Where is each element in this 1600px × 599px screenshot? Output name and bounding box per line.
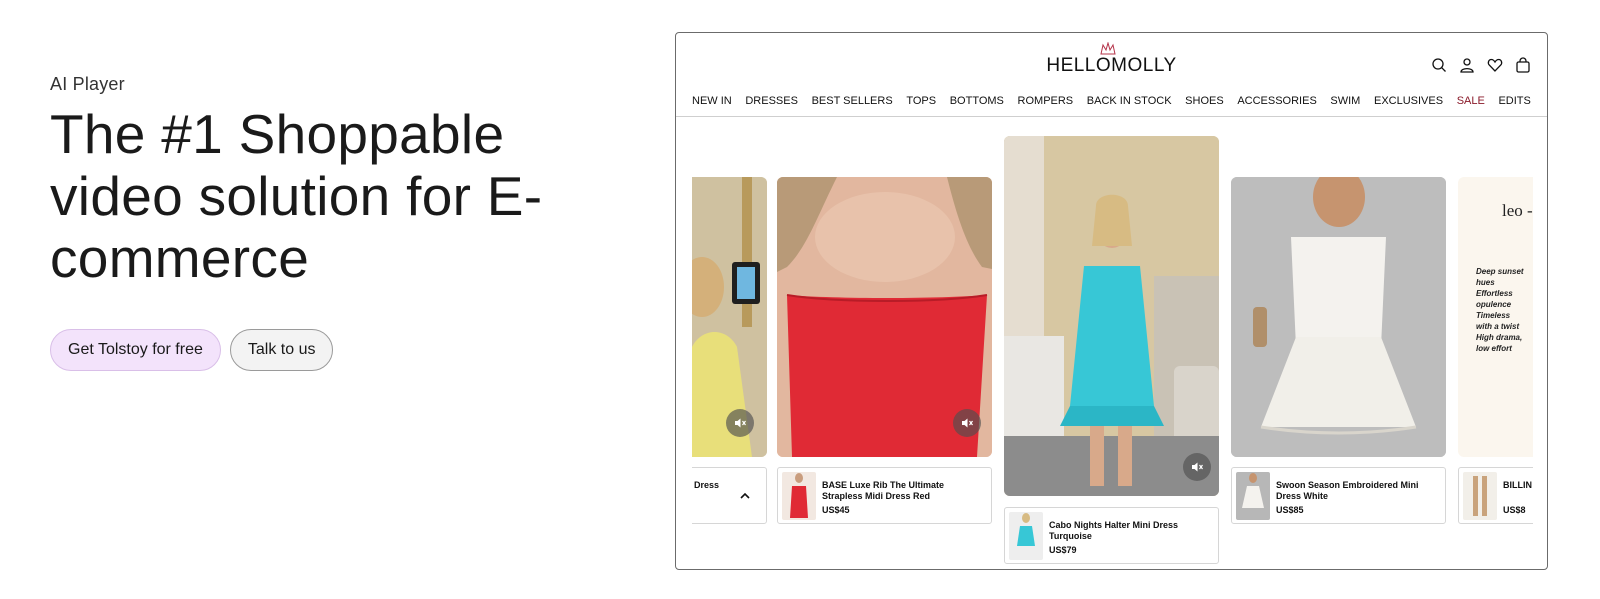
store-nav: NEW IN DRESSES BEST SELLERS TOPS BOTTOMS…: [692, 95, 1531, 107]
product-tile[interactable]: BILLIN US$8: [1458, 467, 1533, 524]
mute-button[interactable]: [726, 409, 754, 437]
speaker-muted-icon: [1192, 462, 1203, 472]
product-price: US$85: [1276, 505, 1304, 515]
nav-item-tops[interactable]: TOPS: [906, 95, 936, 107]
product-thumbnail: [782, 472, 816, 520]
nav-item-swim[interactable]: SWIM: [1330, 95, 1360, 107]
nav-item-sale[interactable]: SALE: [1457, 95, 1485, 107]
talk-to-us-button[interactable]: Talk to us: [229, 329, 334, 371]
video-thumbnail[interactable]: leo - g Deep sunset hues Effortless opul…: [1458, 177, 1533, 457]
nav-item-shoes[interactable]: SHOES: [1185, 95, 1224, 107]
bag-icon[interactable]: [1515, 57, 1531, 73]
store-logo[interactable]: HELLOMOLLY: [676, 55, 1547, 77]
product-thumbnail-image: [1473, 476, 1487, 516]
nav-item-new-in[interactable]: NEW IN: [692, 95, 732, 107]
nav-item-exclusives[interactable]: EXCLUSIVES: [1374, 95, 1443, 107]
product-thumbnail: [1009, 512, 1043, 560]
product-name: BASE Luxe Rib The Ultimate Strapless Mid…: [822, 480, 945, 501]
product-price: US$45: [822, 505, 850, 515]
video-thumbnail[interactable]: [692, 177, 767, 457]
video-thumbnail[interactable]: [1231, 177, 1446, 457]
search-icon[interactable]: [1431, 57, 1447, 73]
product-price: US$79: [1049, 545, 1077, 555]
product-thumbnail: [1463, 472, 1497, 520]
promo-bullet: Timeless with a twist: [1476, 311, 1520, 331]
nav-item-best-sellers[interactable]: BEST SELLERS: [812, 95, 893, 107]
nav-item-back-in-stock[interactable]: BACK IN STOCK: [1087, 95, 1172, 107]
promo-bullets: Deep sunset hues Effortless opulence Tim…: [1476, 267, 1526, 354]
speaker-muted-icon: [962, 418, 973, 428]
video-carousel[interactable]: ini Dress: [692, 117, 1533, 569]
video-card[interactable]: ini Dress: [692, 117, 767, 569]
nav-item-rompers[interactable]: ROMPERS: [1018, 95, 1074, 107]
promo-bullet: High drama, low effort: [1476, 333, 1523, 353]
product-thumbnail-image: [790, 473, 808, 518]
account-icon[interactable]: [1459, 57, 1475, 73]
speaker-muted-icon: [735, 418, 746, 428]
nav-item-bottoms[interactable]: BOTTOMS: [950, 95, 1004, 107]
cta-row: Get Tolstoy for free Talk to us: [50, 329, 334, 371]
nav-item-accessories[interactable]: ACCESSORIES: [1237, 95, 1316, 107]
promo-bullet: Effortless opulence: [1476, 289, 1513, 309]
video-frame-image: [1004, 136, 1219, 496]
product-thumbnail-image: [1242, 473, 1264, 508]
get-tolstoy-free-button[interactable]: Get Tolstoy for free: [50, 329, 221, 371]
mute-button[interactable]: [1183, 453, 1211, 481]
hero-eyebrow: AI Player: [50, 74, 125, 94]
promo-bullet: Deep sunset hues: [1476, 267, 1524, 287]
product-tile[interactable]: BASE Luxe Rib The Ultimate Strapless Mid…: [777, 467, 992, 524]
header-icons: [1431, 57, 1531, 73]
video-thumbnail[interactable]: [1004, 136, 1219, 496]
chevron-up-icon[interactable]: [739, 490, 751, 502]
product-tile[interactable]: ini Dress: [692, 467, 767, 524]
video-thumbnail[interactable]: [777, 177, 992, 457]
product-thumbnail-image: [1017, 513, 1035, 546]
video-card[interactable]: leo - g Deep sunset hues Effortless opul…: [1458, 117, 1533, 569]
hero-section: AI Player The #1 Shoppable video solutio…: [50, 74, 590, 289]
product-name: Swoon Season Embroidered Mini Dress Whit…: [1276, 480, 1419, 501]
product-name: BILLIN: [1503, 480, 1532, 490]
product-thumbnail: [1236, 472, 1270, 520]
product-tile[interactable]: Cabo Nights Halter Mini Dress Turquoise …: [1004, 507, 1219, 564]
video-card-featured[interactable]: Cabo Nights Halter Mini Dress Turquoise …: [1004, 117, 1219, 569]
product-name: Cabo Nights Halter Mini Dress Turquoise: [1049, 520, 1179, 541]
store-header: HELLOMOLLY NEW IN DRESSES BEST SELLERS T…: [676, 33, 1547, 117]
product-name: ini Dress: [692, 480, 720, 490]
heart-icon[interactable]: [1487, 57, 1503, 73]
video-card[interactable]: BASE Luxe Rib The Ultimate Strapless Mid…: [777, 117, 992, 569]
product-tile[interactable]: Swoon Season Embroidered Mini Dress Whit…: [1231, 467, 1446, 524]
promo-brand: leo - g: [1502, 201, 1533, 220]
nav-item-dresses[interactable]: DRESSES: [745, 95, 798, 107]
video-frame-image: [1231, 177, 1446, 457]
nav-item-edits[interactable]: EDITS: [1498, 95, 1530, 107]
video-card[interactable]: Swoon Season Embroidered Mini Dress Whit…: [1231, 117, 1446, 569]
crown-logo-icon: [1100, 42, 1116, 55]
hero-headline: The #1 Shoppable video solution for E-co…: [50, 103, 543, 289]
mute-button[interactable]: [953, 409, 981, 437]
product-price: US$8: [1503, 505, 1526, 515]
store-preview-frame: HELLOMOLLY NEW IN DRESSES BEST SELLERS T…: [675, 32, 1548, 570]
